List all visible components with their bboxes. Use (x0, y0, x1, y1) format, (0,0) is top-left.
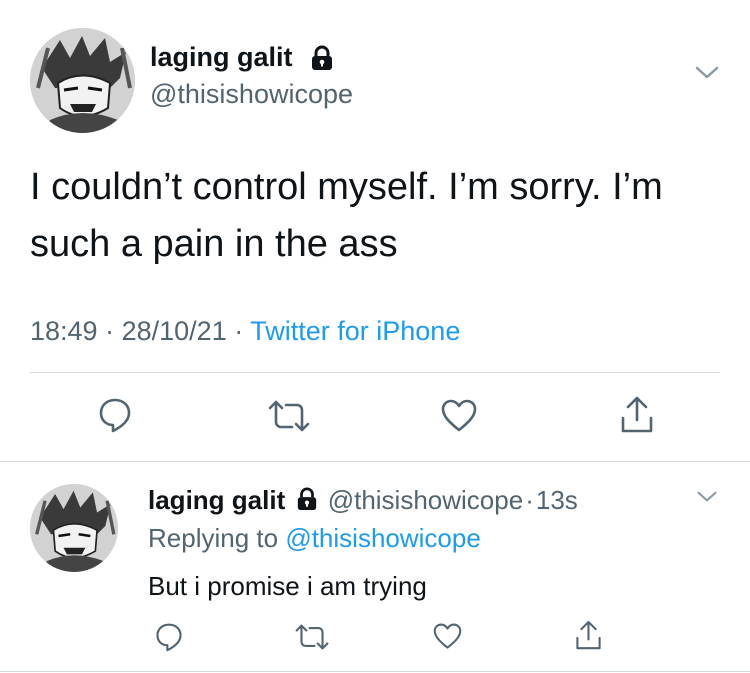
divider (0, 671, 750, 672)
tweet-time: 18:49 (30, 316, 98, 346)
meta-separator: · (105, 316, 115, 346)
replying-to-label: Replying to (148, 523, 279, 553)
display-name[interactable]: laging galit (150, 41, 293, 73)
share-icon[interactable] (575, 620, 602, 656)
tweet-source-link[interactable]: Twitter for iPhone (250, 316, 460, 346)
tweet-text-line-1: I couldn’t control myself. I’m sorry. I’… (30, 166, 663, 208)
lock-icon (296, 487, 318, 517)
avatar[interactable] (30, 28, 135, 133)
meta-separator: · (234, 316, 244, 346)
reply-icon[interactable] (155, 622, 183, 657)
avatar[interactable] (30, 484, 118, 572)
lock-icon (310, 45, 334, 76)
user-handle[interactable]: @thisishowicope (328, 485, 523, 515)
replying-to-handle[interactable]: @thisishowicope (285, 523, 480, 553)
chevron-down-icon[interactable] (696, 489, 718, 510)
divider (0, 461, 750, 462)
display-name[interactable]: laging galit (148, 485, 285, 515)
heart-icon[interactable] (441, 399, 477, 438)
avatar-image (30, 28, 135, 133)
retweet-icon[interactable] (295, 624, 329, 655)
tweet-age: 13s (535, 485, 578, 515)
reply-icon[interactable] (98, 397, 132, 438)
heart-icon[interactable] (433, 623, 462, 655)
avatar-image (30, 484, 118, 572)
replying-to: Replying to @thisishowicope (148, 523, 481, 553)
divider (30, 372, 720, 373)
reply-header: laging galit @thisishowicope·13s (148, 485, 578, 517)
meta-separator: · (525, 485, 534, 515)
share-icon[interactable] (620, 396, 654, 439)
tweet-meta: 18:49 · 28/10/21 · Twitter for iPhone (30, 315, 460, 347)
tweet-date: 28/10/21 (121, 316, 227, 346)
chevron-down-icon[interactable] (694, 64, 720, 87)
retweet-icon[interactable] (268, 400, 310, 437)
tweet-text-line-2: such a pain in the ass (30, 223, 398, 265)
user-handle[interactable]: @thisishowicope (150, 78, 353, 110)
reply-text: But i promise i am trying (148, 571, 427, 601)
